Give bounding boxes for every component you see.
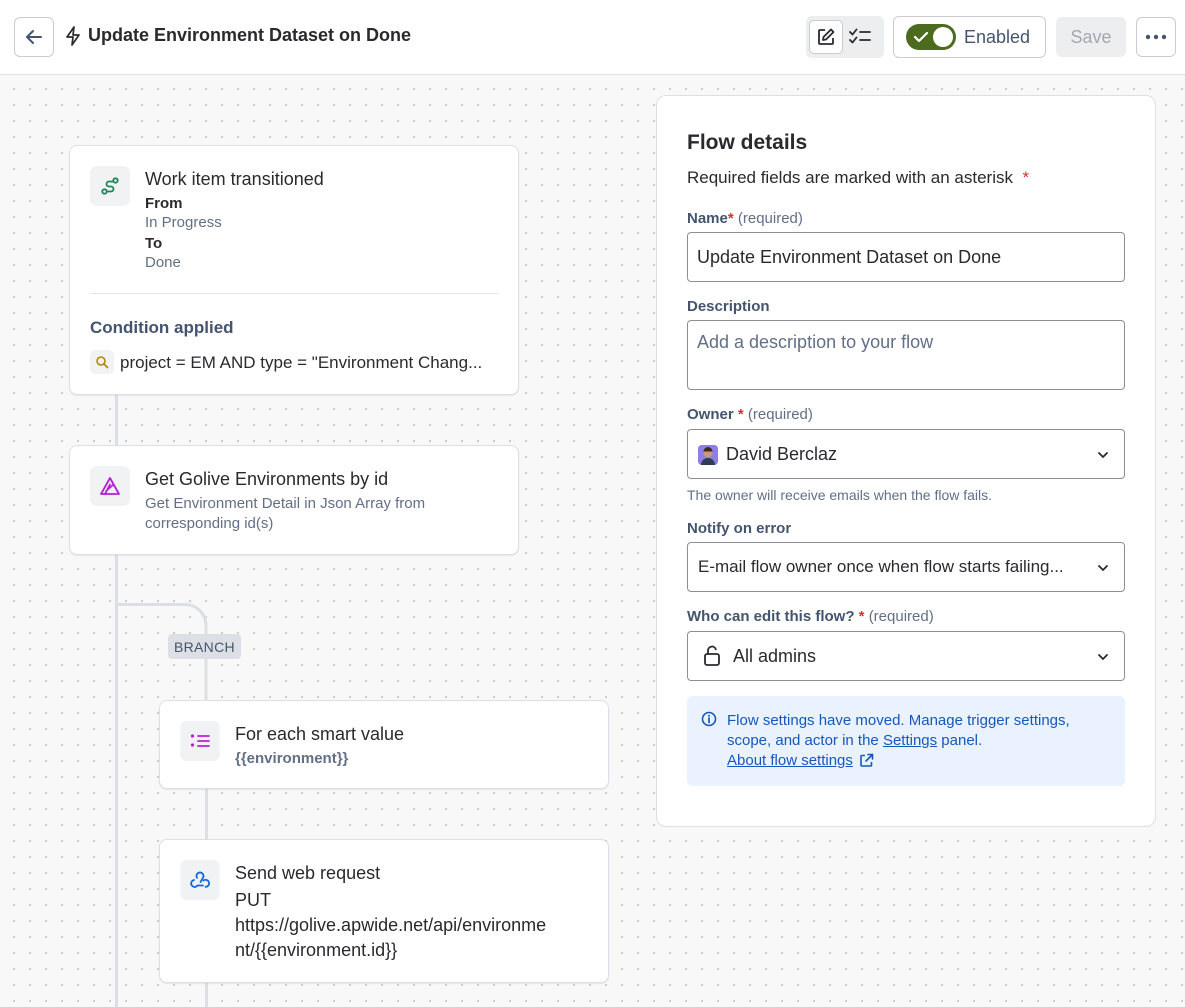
condition-title: Condition applied xyxy=(90,318,234,337)
owner-select[interactable]: David Berclaz xyxy=(687,429,1125,479)
golive-icon-tile xyxy=(90,466,130,506)
description-label: Description xyxy=(687,298,770,315)
required-note: Required fields are marked with an aster… xyxy=(687,168,1029,188)
name-label: Name* (required) xyxy=(687,210,803,227)
route-icon xyxy=(101,177,119,195)
notify-value: E-mail flow owner once when flow starts … xyxy=(698,557,1064,576)
golive-action-desc-2: corresponding id(s) xyxy=(145,515,274,532)
checklist-icon xyxy=(849,28,871,44)
page-title: Update Environment Dataset on Done xyxy=(88,25,412,45)
notify-select[interactable]: E-mail flow owner once when flow starts … xyxy=(687,542,1125,592)
foreach-smart-value: {{environment}} xyxy=(235,750,349,767)
owner-asterisk: * xyxy=(737,406,744,423)
webhook-icon-tile xyxy=(180,860,220,900)
about-flow-settings-link[interactable]: About flow settings xyxy=(727,752,853,769)
trigger-card[interactable]: Work item transitioned From In Progress … xyxy=(69,145,519,395)
required-note-text: Required fields are marked with an aster… xyxy=(687,168,1013,187)
more-options-button[interactable] xyxy=(1136,17,1176,57)
connector-branch-end xyxy=(205,982,208,1007)
view-mode-toggle xyxy=(806,16,884,58)
name-label-text: Name xyxy=(687,210,728,227)
condition-query: project = EM AND type = "Environment Cha… xyxy=(120,353,483,372)
description-field[interactable]: Add a description to your flow xyxy=(687,320,1125,390)
name-field-value: Update Environment Dataset on Done xyxy=(697,247,1002,267)
chevron-down-icon xyxy=(1098,654,1108,660)
info-line-2-prefix: scope, and actor in the xyxy=(727,732,883,749)
edit-permission-value: All admins xyxy=(733,646,817,666)
foreach-title: For each smart value xyxy=(235,724,405,744)
edit-mode-button[interactable] xyxy=(809,20,843,54)
edit-permission-select[interactable]: All admins xyxy=(687,631,1125,681)
query-icon-tile xyxy=(90,350,114,374)
lightning-icon xyxy=(66,25,80,46)
edit-required-text: (required) xyxy=(868,608,934,625)
search-icon xyxy=(96,356,109,369)
trigger-divider xyxy=(90,293,498,294)
from-value: In Progress xyxy=(145,214,222,231)
back-arrow-icon xyxy=(26,30,42,44)
trigger-title: Work item transitioned xyxy=(145,169,324,189)
connector-branch-lower xyxy=(205,788,208,840)
panel-title: Flow details xyxy=(687,131,808,154)
to-label: To xyxy=(145,235,163,252)
checklist-mode-button[interactable] xyxy=(843,20,877,54)
required-asterisk: * xyxy=(1022,168,1030,187)
web-request-title: Send web request xyxy=(235,863,381,883)
back-button[interactable] xyxy=(14,17,54,57)
edit-icon xyxy=(818,28,835,45)
more-icon xyxy=(1145,34,1167,40)
notify-label: Notify on error xyxy=(687,520,792,537)
about-flow-settings-line: About flow settings xyxy=(727,752,874,769)
info-icon xyxy=(701,711,717,727)
golive-action-title: Get Golive Environments by id xyxy=(145,469,389,489)
golive-action-card[interactable]: Get Golive Environments by id Get Enviro… xyxy=(69,445,519,555)
name-field[interactable]: Update Environment Dataset on Done xyxy=(687,232,1125,282)
owner-value: David Berclaz xyxy=(726,444,838,464)
trigger-icon-tile xyxy=(90,166,130,206)
settings-link[interactable]: Settings xyxy=(883,732,937,749)
owner-label-text: Owner xyxy=(687,406,734,423)
title-area: Update Environment Dataset on Done xyxy=(64,25,411,46)
list-icon xyxy=(190,734,210,747)
web-request-card[interactable]: Send web request PUT https://golive.apwi… xyxy=(159,839,609,983)
foreach-card[interactable]: For each smart value {{environment}} xyxy=(159,700,609,789)
chevron-down-icon xyxy=(1098,565,1108,571)
top-bar: Update Environment Dataset on Done Enabl… xyxy=(0,0,1185,75)
foreach-icon-tile xyxy=(180,721,220,761)
external-link-icon xyxy=(860,753,874,767)
info-line-2-suffix: panel. xyxy=(937,732,983,749)
owner-helper-text: The owner will receive emails when the f… xyxy=(687,487,993,503)
web-request-method: PUT xyxy=(235,890,271,910)
info-line-1: Flow settings have moved. Manage trigger… xyxy=(727,712,1070,729)
golive-action-desc-1: Get Environment Detail in Json Array fro… xyxy=(145,495,426,512)
owner-required-text: (required) xyxy=(747,406,813,423)
description-placeholder: Add a description to your flow xyxy=(697,332,934,352)
name-asterisk: * xyxy=(727,210,734,227)
check-icon xyxy=(913,31,929,43)
golive-icon xyxy=(100,477,120,495)
web-request-url-1: https://golive.apwide.net/api/environme xyxy=(235,915,547,935)
enabled-label: Enabled xyxy=(964,26,1031,47)
flow-details-panel: Flow details Required fields are marked … xyxy=(656,95,1156,827)
branch-badge: BRANCH xyxy=(168,634,241,659)
edit-permission-label: Who can edit this flow? * (required) xyxy=(687,608,934,625)
web-request-url-2: nt/{{environment.id}} xyxy=(235,940,398,960)
from-label: From xyxy=(145,195,183,212)
owner-label: Owner * (required) xyxy=(687,406,813,423)
unlock-icon xyxy=(704,645,720,666)
name-required-text: (required) xyxy=(737,210,803,227)
chevron-down-icon xyxy=(1098,452,1108,458)
info-message: Flow settings have moved. Manage trigger… xyxy=(687,696,1125,786)
enabled-toggle-button[interactable]: Enabled xyxy=(893,16,1046,58)
info-line-2: scope, and actor in the Settings panel. xyxy=(727,732,982,749)
enabled-toggle[interactable] xyxy=(906,24,956,50)
edit-asterisk: * xyxy=(858,608,865,625)
edit-label-text: Who can edit this flow? xyxy=(687,608,855,625)
save-button[interactable]: Save xyxy=(1056,17,1126,57)
to-value: Done xyxy=(145,254,181,271)
avatar xyxy=(698,445,718,465)
webhook-icon xyxy=(190,871,210,888)
